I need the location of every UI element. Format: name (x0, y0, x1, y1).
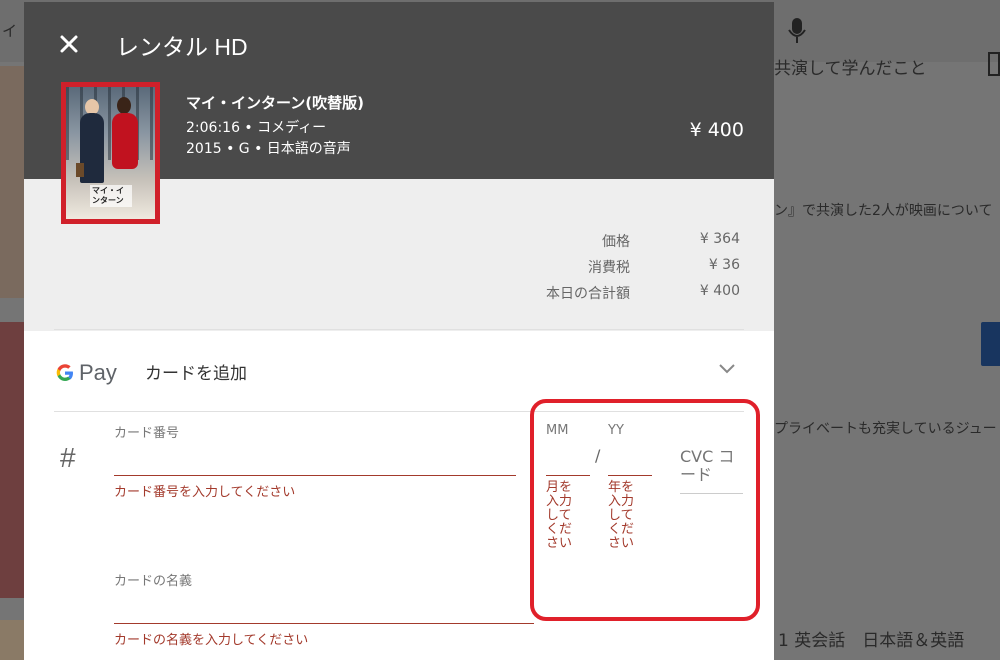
card-number-error: カード番号を入力してください (114, 485, 296, 500)
background-bracket-icon (988, 52, 1000, 76)
expiry-month-error: 月を入力してください (546, 480, 573, 551)
card-name-error: カードの名義を入力してください (114, 633, 309, 648)
background-text: ン』で共演した2人が映画について (774, 203, 993, 219)
background-button[interactable] (981, 322, 1000, 366)
movie-duration-genre: 2:06:16 • コメディー (186, 120, 327, 136)
add-card-label[interactable]: カードを追加 (145, 359, 247, 384)
summary-label: 消費税 (588, 260, 630, 276)
background-headline[interactable]: 共演して学んだこと (774, 54, 927, 79)
cvc-input[interactable] (680, 448, 743, 494)
expiry-year-input[interactable] (608, 450, 652, 476)
rental-dialog: レンタル HD マイ・インターン(吹替版) 2:06:16 • コメディー 20… (24, 2, 774, 660)
poster-title: マイ・インターン (90, 185, 132, 207)
expiry-year-label: YY (608, 423, 624, 438)
summary-value: ¥ 36 (708, 257, 740, 273)
background-thumbnail[interactable] (0, 620, 24, 660)
gpay-label: Pay (79, 360, 117, 385)
summary-label: 価格 (602, 234, 630, 250)
google-pay-selector[interactable]: Pay (54, 358, 117, 388)
divider (54, 329, 744, 330)
expiry-separator: / (595, 446, 601, 465)
summary-row-tax: 消費税 ¥ 36 (24, 257, 774, 277)
background-thumbnail[interactable] (0, 322, 24, 598)
background-headline[interactable]: 1 英会話 日本語＆英語 (778, 626, 964, 651)
summary-label: 本日の合計額 (546, 286, 630, 302)
card-number-input[interactable] (114, 450, 516, 476)
summary-row-total: 本日の合計額 ¥ 400 (24, 283, 774, 303)
dialog-title: レンタル HD (116, 34, 248, 60)
card-name-input[interactable] (114, 598, 534, 624)
background-text: プライベートも充実しているジュー (774, 421, 997, 437)
chevron-down-icon[interactable] (718, 362, 736, 376)
card-name-label: カードの名義 (114, 574, 193, 589)
card-number-label: カード番号 (114, 426, 180, 441)
summary-value: ¥ 400 (699, 283, 740, 299)
background-search-text: イ (2, 22, 18, 40)
divider (54, 411, 744, 412)
card-hash-icon: # (60, 442, 76, 473)
expiry-month-label: MM (546, 423, 569, 438)
summary-row-price: 価格 ¥ 364 (24, 231, 774, 251)
movie-year-rating-audio: 2015 • G • 日本語の音声 (186, 141, 351, 157)
expiry-month-input[interactable] (546, 450, 590, 476)
summary-value: ¥ 364 (699, 231, 740, 247)
movie-name: マイ・インターン(吹替版) (186, 94, 364, 112)
microphone-icon[interactable] (786, 16, 808, 46)
movie-price: ¥ 400 (689, 119, 744, 141)
expiry-year-error: 年を入力してください (608, 480, 635, 551)
close-icon[interactable] (54, 29, 84, 59)
google-g-icon (56, 364, 73, 381)
background-thumbnail[interactable] (0, 66, 24, 298)
movie-poster: マイ・インターン (61, 82, 160, 224)
